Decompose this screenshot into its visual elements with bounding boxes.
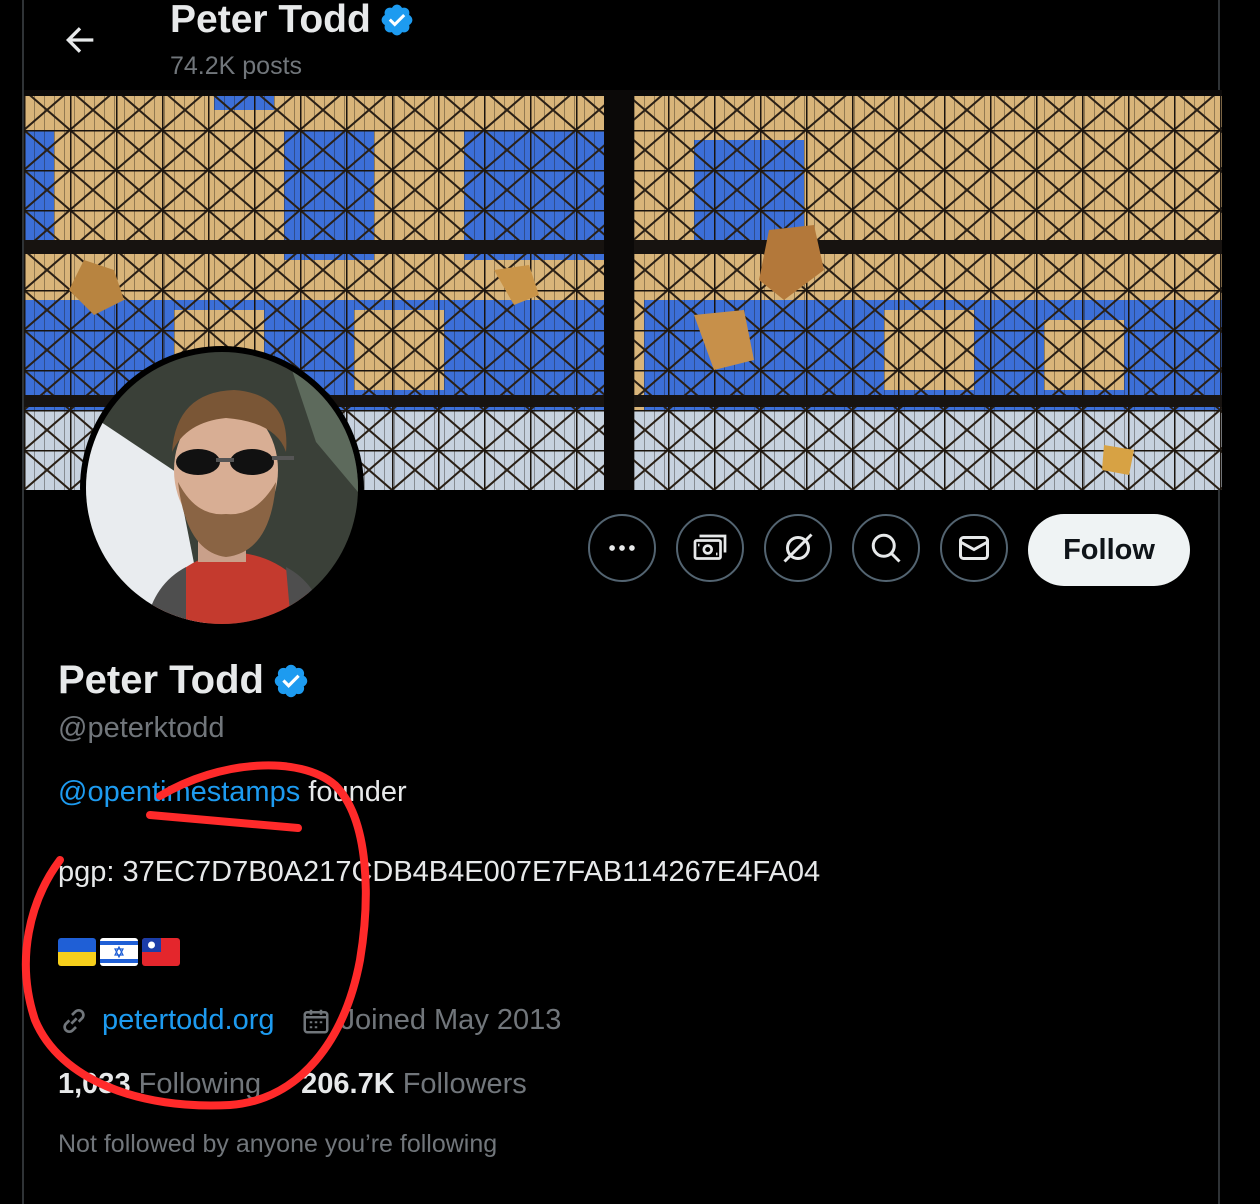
- verified-badge-icon[interactable]: [272, 662, 310, 700]
- search-profile-button[interactable]: [852, 514, 920, 582]
- more-icon: [609, 545, 635, 551]
- ukraine-flag-icon: [58, 938, 96, 966]
- website-link[interactable]: petertodd.org: [102, 1004, 275, 1037]
- profile-handle: @peterktodd: [58, 712, 225, 744]
- joined-date: Joined May 2013: [340, 1004, 562, 1036]
- follow-stats: 1,033 Following 206.7K Followers: [58, 1068, 527, 1101]
- followers-link[interactable]: 206.7K Followers: [301, 1068, 527, 1101]
- profile-avatar[interactable]: [80, 346, 364, 630]
- profile-name: Peter Todd: [58, 658, 310, 703]
- bio-pgp: pgp: 37EC7D7B0A217CDB4B4E007E7FAB114267E…: [58, 856, 821, 888]
- following-label: Following: [138, 1068, 262, 1100]
- header-title: Peter Todd: [170, 0, 415, 42]
- search-icon: [871, 533, 901, 563]
- bio-suffix: founder: [300, 776, 407, 808]
- profile-actions: Follow: [24, 514, 1218, 586]
- followers-label: Followers: [402, 1068, 527, 1100]
- taiwan-flag-icon: [142, 938, 180, 966]
- message-button[interactable]: [940, 514, 1008, 582]
- not-followed-notice: Not followed by anyone you’re following: [58, 1130, 498, 1158]
- followers-count: 206.7K: [301, 1068, 395, 1100]
- verified-badge-icon[interactable]: [379, 2, 415, 38]
- follow-button[interactable]: Follow: [1028, 514, 1190, 586]
- calendar-icon: [303, 1009, 329, 1033]
- subscribe-button[interactable]: [676, 514, 744, 582]
- following-count: 1,033: [58, 1068, 131, 1100]
- israel-flag-icon: [100, 938, 138, 966]
- grok-icon: [783, 533, 813, 563]
- following-link[interactable]: 1,033 Following: [58, 1068, 261, 1101]
- money-icon: [693, 534, 727, 560]
- bio-flags: [58, 938, 180, 966]
- profile-column: Peter Todd 74.2K posts Follow Peter Todd…: [22, 0, 1222, 1204]
- top-bar: Peter Todd 74.2K posts: [24, 0, 1222, 90]
- link-icon: [63, 1008, 85, 1033]
- mail-icon: [959, 536, 989, 560]
- header-name: Peter Todd: [170, 0, 371, 41]
- back-arrow-icon[interactable]: [60, 20, 100, 60]
- profile-name-text: Peter Todd: [58, 658, 264, 702]
- posts-count: 74.2K posts: [170, 52, 303, 80]
- more-button[interactable]: [588, 514, 656, 582]
- bio-line-1: @opentimestamps founder: [58, 776, 407, 809]
- grok-button[interactable]: [764, 514, 832, 582]
- bio-mention-link[interactable]: @opentimestamps: [58, 776, 300, 808]
- profile-meta: petertodd.org Joined May 2013: [58, 1004, 561, 1037]
